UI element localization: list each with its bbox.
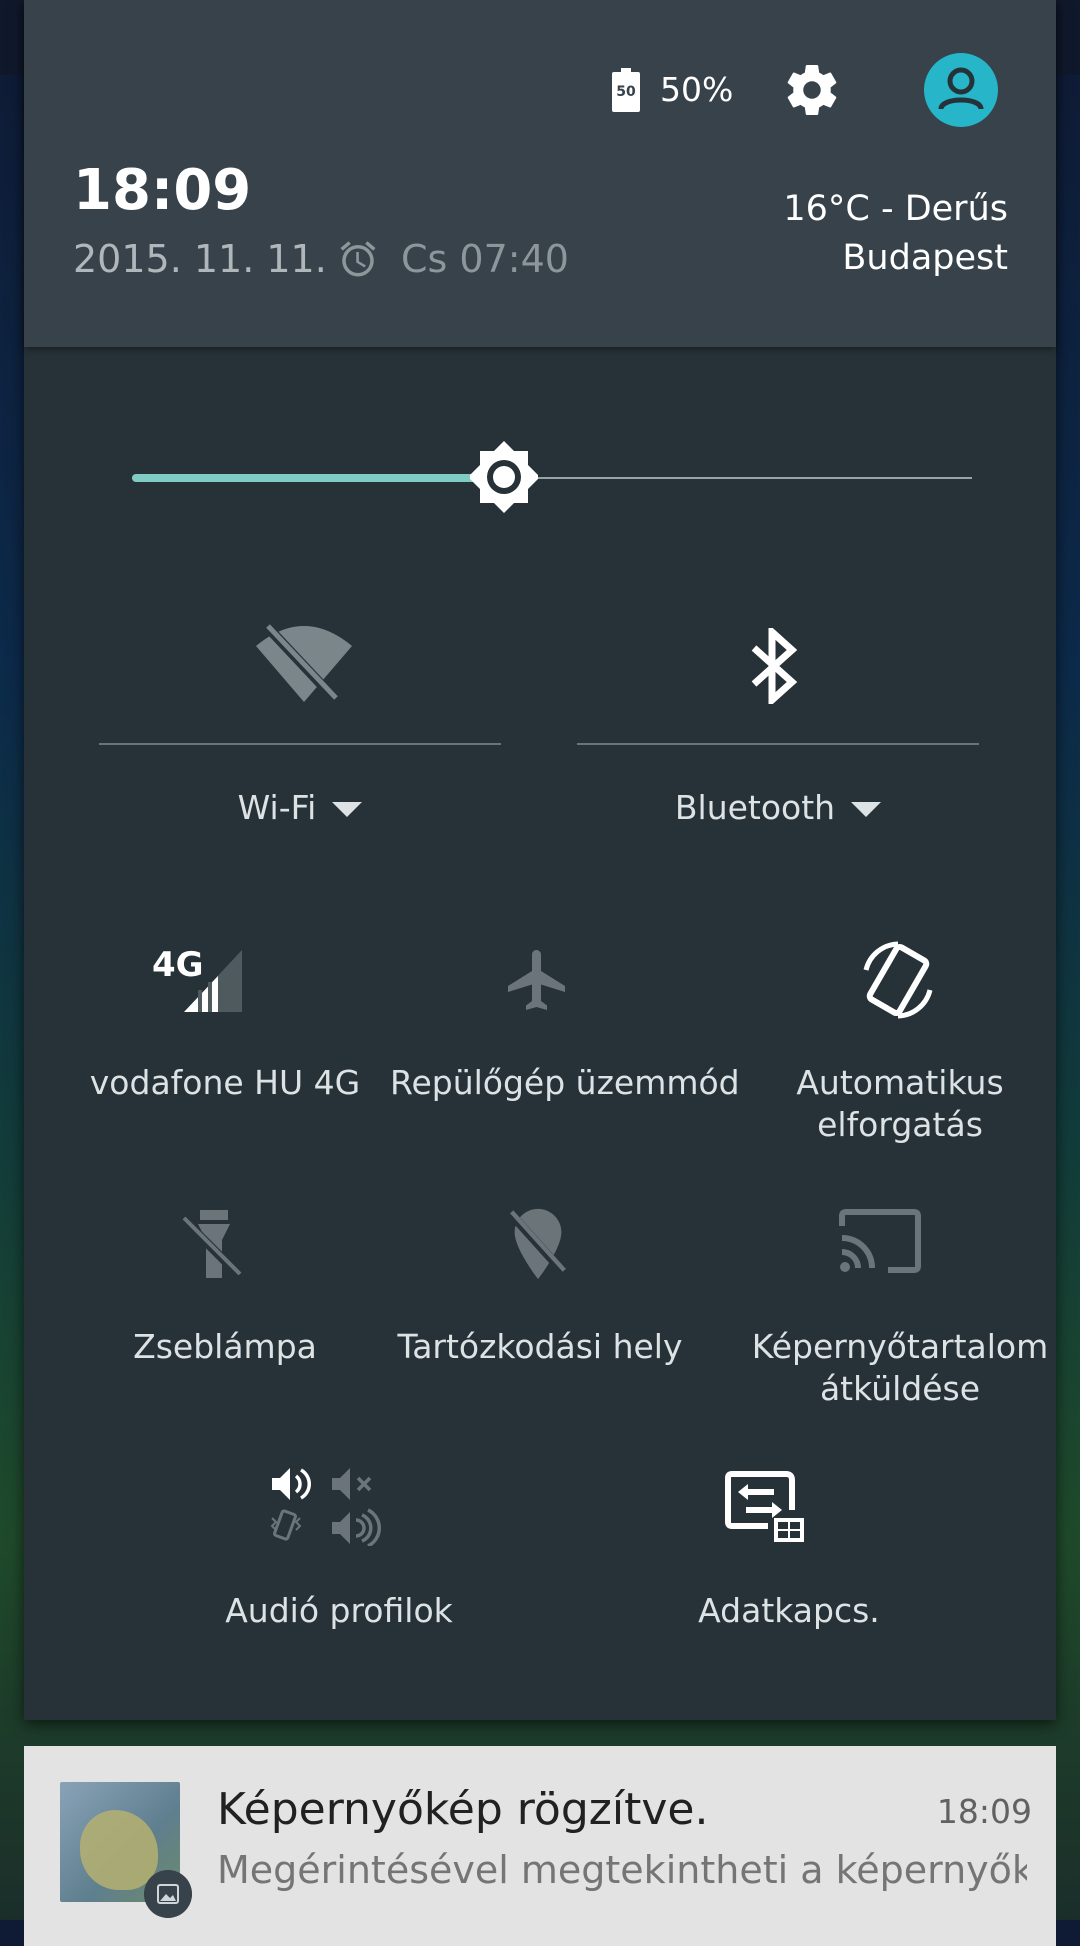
tile-cast-label-line1: Képernyőtartalom xyxy=(751,1327,1049,1366)
cast-icon[interactable] xyxy=(838,1208,922,1274)
quick-settings-panel: 50 50% 18:09 2015. 11. 11. Cs 07:40 16°C… xyxy=(24,0,1056,1720)
tile-rotation-label-line1: Automatikus xyxy=(796,1063,1004,1102)
signal-4g-label: 4G xyxy=(152,945,204,985)
tile-rotation-label-line2: elforgatás xyxy=(817,1105,983,1144)
notification-time: 18:09 xyxy=(936,1792,1032,1831)
tile-mobile-data-label: vodafone HU 4G xyxy=(89,1063,361,1102)
weather-widget[interactable]: 16°C - Derűs Budapest xyxy=(783,185,1008,283)
signal-4g-icon[interactable]: 4G xyxy=(152,942,248,1014)
airplane-icon[interactable] xyxy=(502,944,574,1016)
bluetooth-divider xyxy=(577,743,979,745)
tile-audio-label: Audió profilok xyxy=(225,1591,453,1630)
tile-location-label: Tartózkodási hely xyxy=(397,1327,683,1366)
date-text[interactable]: 2015. 11. 11. xyxy=(73,237,327,281)
avatar-icon[interactable] xyxy=(924,53,998,127)
image-icon xyxy=(144,1870,192,1918)
tile-rotation[interactable]: Automatikus elforgatás xyxy=(740,1062,1060,1146)
chevron-down-icon xyxy=(851,802,882,817)
wifi-off-icon[interactable] xyxy=(254,620,354,704)
data-switch-icon[interactable] xyxy=(724,1470,808,1544)
tile-cast-label-line2: átküldése xyxy=(819,1369,981,1408)
battery-icon-label: 50 xyxy=(616,84,636,100)
wifi-divider xyxy=(99,743,501,745)
weather-text: 16°C - Derűs xyxy=(783,189,1008,229)
clock-time[interactable]: 18:09 xyxy=(73,158,251,223)
battery-icon: 50 xyxy=(612,68,640,112)
tile-bluetooth-label: Bluetooth xyxy=(674,788,836,827)
brightness-fill xyxy=(132,474,508,482)
bluetooth-icon[interactable] xyxy=(748,628,800,704)
thumbnail-image xyxy=(80,1810,158,1890)
weather-city: Budapest xyxy=(842,238,1008,278)
notification-title: Képernyőkép rögzítve. xyxy=(217,1784,709,1835)
chevron-down-icon xyxy=(332,802,363,817)
tile-flashlight-label: Zseblámpa xyxy=(133,1327,317,1366)
brightness-icon[interactable] xyxy=(466,439,542,515)
alarm-icon xyxy=(340,241,376,277)
screenshot-notification[interactable]: Képernyőkép rögzítve. 18:09 Megérintésév… xyxy=(24,1746,1056,1946)
tile-cast[interactable]: Képernyőtartalom átküldése xyxy=(740,1326,1060,1410)
next-alarm-text[interactable]: Cs 07:40 xyxy=(401,237,569,281)
battery-percent: 50% xyxy=(660,70,734,109)
location-off-icon[interactable] xyxy=(502,1206,574,1282)
tile-airplane-label: Repülőgép üzemmód xyxy=(390,1063,740,1102)
auto-rotate-icon[interactable] xyxy=(854,936,942,1024)
tile-wifi-label: Wi-Fi xyxy=(237,788,317,827)
quick-settings-header: 50 50% 18:09 2015. 11. 11. Cs 07:40 16°C… xyxy=(24,0,1056,347)
gear-icon[interactable] xyxy=(782,60,842,120)
flashlight-off-icon[interactable] xyxy=(176,1206,252,1282)
notification-text: Megérintésével megtekintheti a képernyők… xyxy=(217,1848,1027,1892)
tile-data-label: Adatkapcs. xyxy=(698,1591,880,1630)
audio-profiles-icon[interactable] xyxy=(270,1460,386,1546)
tile-bluetooth[interactable]: Bluetooth xyxy=(577,787,979,829)
tile-wifi[interactable]: Wi-Fi xyxy=(99,787,501,829)
